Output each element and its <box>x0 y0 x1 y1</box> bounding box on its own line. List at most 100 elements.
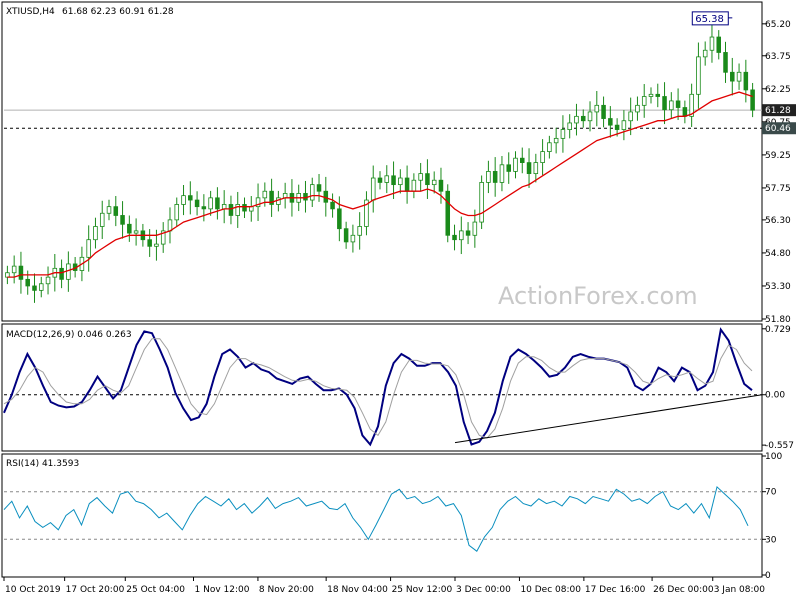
price-tick-label: 62.25 <box>765 85 791 95</box>
high-annotation-label: 65.38 <box>695 14 724 25</box>
price-tick-label: 51.80 <box>765 315 791 325</box>
x-tick-label: 3 Dec 00:00 <box>456 585 511 595</box>
candle-body <box>59 267 64 280</box>
candle-body <box>425 173 430 186</box>
x-tick-label: 8 Nov 20:00 <box>259 585 314 595</box>
candle-body <box>242 204 247 212</box>
rsi-tick-label: 0 <box>765 571 771 581</box>
price-panel <box>1 1 763 322</box>
rsi-panel <box>1 453 763 578</box>
candle-body <box>431 179 437 186</box>
candle-body <box>370 177 376 201</box>
candle-body <box>330 201 335 210</box>
macd-panel <box>1 323 763 452</box>
candle-body <box>580 115 586 122</box>
macd-tick-label: 0.729 <box>765 325 791 335</box>
candle-body <box>547 142 552 152</box>
price-tick-label: 54.80 <box>765 249 791 259</box>
x-tick-label: 26 Dec 00:00 <box>653 585 714 595</box>
candle-body <box>147 239 152 247</box>
candle-body <box>702 49 708 58</box>
candle-body <box>221 204 227 210</box>
candle-body <box>127 223 132 234</box>
candle-body <box>337 208 342 230</box>
candle-body <box>621 120 627 130</box>
candle-body <box>641 96 647 106</box>
candle-body <box>669 100 674 111</box>
candle-body <box>587 111 593 122</box>
candle-body <box>479 182 484 223</box>
candle-body <box>520 157 525 164</box>
candle-body <box>350 234 356 243</box>
candle-body <box>675 100 681 108</box>
candle-body <box>228 204 234 216</box>
candle-body <box>404 177 410 192</box>
candle-body <box>750 89 755 111</box>
rsi-tick-label: 30 <box>765 535 777 545</box>
candle-body <box>25 278 30 287</box>
symbol-header: XTIUSD,H4 <box>6 7 55 17</box>
candle-body <box>567 122 572 130</box>
candle-body <box>472 221 478 236</box>
candle-body <box>93 226 98 241</box>
candle-body <box>723 52 728 73</box>
candle-body <box>730 71 735 82</box>
candle-body <box>601 104 606 119</box>
candle-body <box>262 190 268 199</box>
rsi-tick-label: 70 <box>765 488 777 498</box>
candle-body <box>499 164 505 183</box>
candle-body <box>377 177 383 183</box>
candle-body <box>655 93 661 97</box>
x-tick-label: 25 Nov 12:00 <box>392 585 453 595</box>
candle-body <box>608 118 613 126</box>
ohlc-header: 61.68 62.23 60.91 61.28 <box>62 7 174 17</box>
candle-body <box>662 96 667 111</box>
x-tick-label: 17 Dec 16:00 <box>585 585 646 595</box>
price-tick-label: 59.25 <box>765 151 791 161</box>
candle-body <box>486 171 491 183</box>
current-price-label: 61.28 <box>765 106 791 116</box>
candle-body <box>736 71 742 82</box>
candle-body <box>553 137 559 144</box>
x-tick-label: 10 Dec 08:00 <box>520 585 581 595</box>
candle-body <box>201 206 207 210</box>
candle-body <box>99 212 105 227</box>
price-tick-label: 65.20 <box>765 20 791 30</box>
candle-body <box>86 239 91 258</box>
candle-body <box>167 219 173 232</box>
candle-body <box>540 151 545 164</box>
chart-root: XTIUSD,H4 61.68 62.23 60.91 61.28 MACD(1… <box>1 1 796 595</box>
macd-title: MACD(12,26,9) 0.046 0.263 <box>6 330 132 340</box>
candle-body <box>533 162 539 175</box>
candle-body <box>276 197 281 205</box>
candle-body <box>113 206 119 216</box>
candle-body <box>106 206 112 214</box>
x-tick-label: 1 Nov 12:00 <box>195 585 250 595</box>
candle-body <box>560 129 566 139</box>
price-tick-label: 57.75 <box>765 184 791 194</box>
rsi-title: RSI(14) 41.3593 <box>6 459 79 469</box>
candle-body <box>492 171 498 183</box>
candle-body <box>438 179 444 192</box>
candle-body <box>506 164 511 172</box>
candle-body <box>574 115 579 124</box>
candle-body <box>215 197 220 210</box>
x-tick-label: 3 Jan 08:00 <box>714 585 766 595</box>
candle-body <box>18 265 24 280</box>
candle-body <box>418 173 423 181</box>
price-tick-label: 56.30 <box>765 216 791 226</box>
candle-body <box>398 177 403 186</box>
macd-tick-label: -0.557 <box>765 441 794 451</box>
candle-body <box>716 36 722 53</box>
candle-body <box>452 234 457 241</box>
candle-body <box>648 93 654 97</box>
level-label: 60.46 <box>765 124 791 134</box>
candle-body <box>343 228 349 243</box>
candle-body <box>411 179 417 192</box>
rsi-tick-label: 100 <box>765 452 782 462</box>
candle-body <box>11 265 17 274</box>
candle-body <box>513 157 518 172</box>
candle-body <box>628 111 633 122</box>
x-tick-label: 25 Oct 04:00 <box>126 585 185 595</box>
candle-body <box>38 283 44 291</box>
